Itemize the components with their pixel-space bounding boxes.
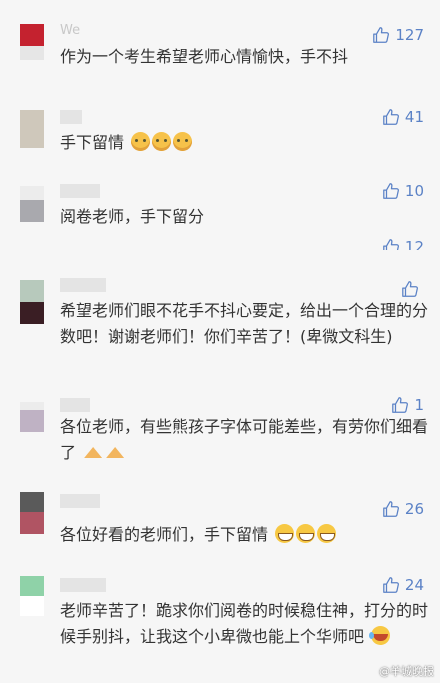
avatar[interactable]	[20, 24, 44, 60]
username[interactable]: We	[60, 23, 80, 38]
username-placeholder	[60, 110, 82, 124]
username-placeholder	[60, 278, 106, 292]
comment-text: 作为一个考生希望老师心情愉快，手不抖	[60, 47, 349, 66]
like-button[interactable]: 10	[382, 182, 424, 200]
grinning-face-icon	[275, 524, 295, 543]
like-button[interactable]: 12	[382, 238, 424, 250]
folded-hands-icon	[105, 442, 125, 461]
comment-text: 希望老师们眼不花手不抖心要定，给出一个合理的分数吧！谢谢老师们！你们辛苦了！(卑…	[60, 301, 429, 346]
comment-text: 老师辛苦了！跪求你们阅卷的时候稳住神，打分的时候手别抖，让我这个小卑微也能上个华…	[60, 598, 432, 650]
username-placeholder	[60, 398, 90, 412]
comment-text: 阅卷老师，手下留分	[60, 207, 205, 226]
thumbs-up-icon	[382, 108, 400, 126]
comment-item: We 作为一个考生希望老师心情愉快，手不抖 127	[0, 22, 440, 82]
avatar[interactable]	[20, 492, 44, 534]
comment-text-body: 各位好看的老师们，手下留情	[60, 525, 269, 544]
thumbs-up-icon	[401, 280, 419, 298]
comment-text: 各位好看的老师们，手下留情	[60, 522, 432, 548]
like-count: 26	[404, 500, 424, 518]
bear-face-icon	[173, 132, 193, 151]
comment-text: 手下留情	[60, 130, 432, 156]
avatar[interactable]	[20, 402, 44, 432]
like-count: 10	[404, 182, 424, 200]
comment-item: 希望老师们眼不花手不抖心要定，给出一个合理的分数吧！谢谢老师们！你们辛苦了！(卑…	[0, 276, 440, 376]
like-count: 41	[404, 108, 424, 126]
username-placeholder	[60, 184, 100, 198]
avatar[interactable]	[20, 110, 44, 148]
like-button[interactable]	[401, 280, 424, 298]
bear-face-icon	[152, 132, 172, 151]
thumbs-up-icon	[382, 576, 400, 594]
thumbs-up-icon	[382, 500, 400, 518]
comment-item: 各位老师，有些熊孩子字体可能差些，有劳你们细看了 1	[0, 396, 440, 476]
like-count: 127	[395, 26, 424, 44]
folded-hands-icon	[83, 442, 103, 461]
like-button[interactable]: 24	[382, 576, 424, 594]
thumbs-up-icon	[391, 396, 409, 414]
like-button[interactable]: 26	[382, 500, 424, 518]
comment-item: 老师辛苦了！跪求你们阅卷的时候稳住神，打分的时候手别抖，让我这个小卑微也能上个华…	[0, 574, 440, 683]
like-button[interactable]: 1	[391, 396, 424, 414]
avatar[interactable]	[20, 186, 44, 222]
comment-item: 阅卷老师，手下留分 10 12	[0, 178, 440, 250]
like-count: 24	[404, 576, 424, 594]
watermark: @羊城晚报	[379, 665, 434, 678]
comment-text-body: 手下留情	[60, 133, 125, 152]
comment-item: 手下留情 41	[0, 108, 440, 168]
username-placeholder	[60, 494, 100, 508]
bear-face-icon	[131, 132, 151, 151]
thumbs-up-icon	[382, 238, 400, 250]
laughing-tears-icon	[369, 626, 391, 645]
like-button[interactable]: 41	[382, 108, 424, 126]
avatar[interactable]	[20, 280, 44, 326]
like-count: 1	[414, 396, 424, 414]
grinning-face-icon	[296, 524, 316, 543]
comment-item: 各位好看的老师们，手下留情 26	[0, 492, 440, 562]
thumbs-up-icon	[382, 182, 400, 200]
avatar[interactable]	[20, 576, 44, 616]
comment-text: 各位老师，有些熊孩子字体可能差些，有劳你们细看了	[60, 414, 432, 466]
like-button[interactable]: 127	[372, 26, 424, 44]
like-count: 12	[404, 238, 424, 250]
grinning-face-icon	[317, 524, 337, 543]
thumbs-up-icon	[372, 26, 390, 44]
username-placeholder	[60, 578, 106, 592]
